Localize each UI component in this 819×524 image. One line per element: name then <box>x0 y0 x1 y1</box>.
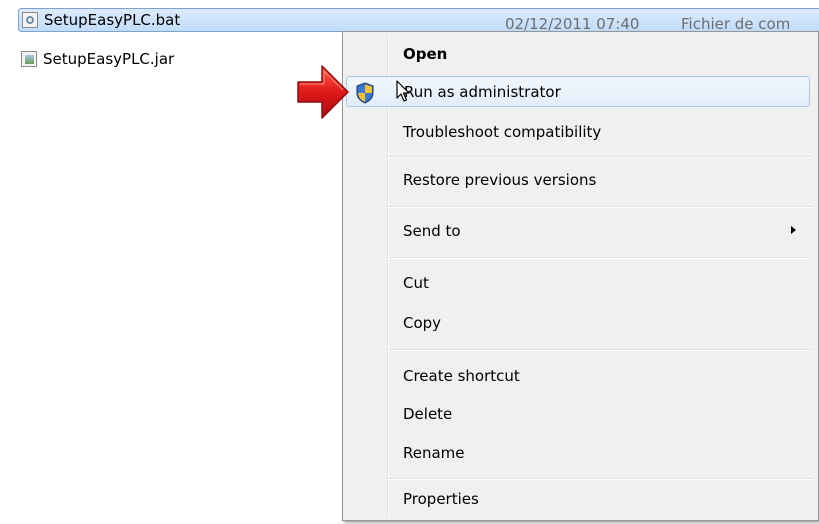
menu-item-label: Create shortcut <box>403 366 520 385</box>
mouse-cursor-icon <box>396 80 410 102</box>
file-name: SetupEasyPLC.jar <box>43 50 175 68</box>
menu-separator <box>388 206 812 208</box>
menu-item-label: Delete <box>403 404 453 423</box>
batch-file-icon <box>22 12 38 28</box>
menu-separator <box>388 478 812 480</box>
menu-item-delete[interactable]: Delete <box>346 398 810 429</box>
file-row-setupeasyplc-jar[interactable]: SetupEasyPLC.jar <box>18 47 318 71</box>
menu-item-label: Copy <box>403 313 442 332</box>
menu-item-label: Send to <box>403 221 461 240</box>
menu-item-run-as-administrator[interactable]: Run as administrator <box>346 76 810 107</box>
menu-item-label: Run as administrator <box>404 82 561 101</box>
menu-item-restore-previous-versions[interactable]: Restore previous versions <box>346 164 810 195</box>
menu-item-label: Rename <box>403 443 465 462</box>
menu-item-label: Open <box>403 44 448 63</box>
red-arrow-icon <box>297 65 349 119</box>
menu-item-cut[interactable]: Cut <box>346 267 810 298</box>
menu-item-label: Restore previous versions <box>403 170 597 189</box>
menu-item-properties[interactable]: Properties <box>346 483 810 514</box>
menu-item-label: Properties <box>403 489 479 508</box>
uac-shield-icon <box>356 82 374 104</box>
menu-item-send-to[interactable]: Send to <box>346 215 810 246</box>
menu-separator <box>388 257 812 259</box>
menu-separator <box>388 349 812 351</box>
menu-item-open[interactable]: Open <box>346 38 810 69</box>
menu-item-create-shortcut[interactable]: Create shortcut <box>346 360 810 391</box>
menu-item-label: Cut <box>403 273 429 292</box>
menu-item-copy[interactable]: Copy <box>346 307 810 338</box>
menu-item-rename[interactable]: Rename <box>346 437 810 468</box>
submenu-arrow-icon <box>791 226 796 234</box>
menu-separator <box>388 156 812 158</box>
menu-item-troubleshoot-compatibility[interactable]: Troubleshoot compatibility <box>346 116 810 147</box>
menu-item-label: Troubleshoot compatibility <box>403 122 602 141</box>
file-row-setupeasyplc-bat[interactable]: SetupEasyPLC.bat 02/12/2011 07:40 Fichie… <box>18 8 819 33</box>
jar-file-icon <box>21 51 37 67</box>
context-menu: Open Run as administrator Troubleshoot c… <box>342 31 819 521</box>
file-name: SetupEasyPLC.bat <box>44 11 181 29</box>
